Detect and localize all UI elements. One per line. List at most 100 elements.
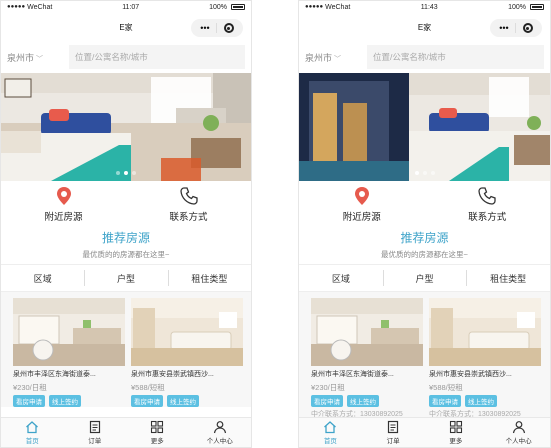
search-row: 泉州市 ﹀: [1, 41, 251, 73]
user-icon: [512, 421, 525, 434]
carousel-dot[interactable]: [422, 171, 427, 175]
online-sign-tag[interactable]: 线上签约: [347, 395, 379, 407]
listing-photo: [13, 298, 125, 366]
tab-label: 更多: [150, 438, 164, 445]
filter-layout[interactable]: 户型: [382, 269, 467, 286]
tab-more[interactable]: 更多: [425, 418, 488, 447]
order-icon: [388, 420, 399, 434]
carrier-label: WeChat: [27, 3, 53, 11]
close-miniprogram-icon[interactable]: [223, 23, 234, 33]
carousel-indicators: [116, 171, 136, 175]
listing-title: 泉州市丰泽区东海街道泰...: [311, 371, 394, 378]
nearby-listings-button[interactable]: 附近房源: [299, 181, 425, 227]
filter-bar: 区域 户型 租住类型: [1, 264, 251, 292]
listing-title: 泉州市惠安县崇武镇西沙...: [429, 371, 512, 378]
tab-label: 订单: [386, 438, 400, 445]
listing-title: 泉州市惠安县崇武镇西沙...: [131, 371, 214, 378]
tab-profile[interactable]: 个人中心: [487, 418, 550, 447]
online-sign-tag[interactable]: 线上签约: [465, 395, 497, 407]
filter-district[interactable]: 区域: [1, 272, 84, 285]
listing-photo: [429, 298, 541, 366]
listing-photo: [311, 298, 423, 366]
tab-home[interactable]: 首页: [1, 418, 64, 447]
phone-icon: [478, 186, 496, 205]
listing-price: ¥230/日租: [13, 383, 47, 392]
filter-bar: 区域 户型 租住类型: [299, 264, 550, 292]
viewing-request-tag[interactable]: 看房申请: [131, 395, 163, 407]
filter-rental-type[interactable]: 租住类型: [167, 269, 251, 286]
grid-icon: [151, 420, 164, 434]
listing-grid: 泉州市丰泽区东海街道泰... ¥230/日租 看房申请 线上签约 中介联系方式：…: [299, 292, 550, 419]
miniprogram-capsule: •••: [191, 19, 243, 37]
section-title: 推荐房源: [400, 231, 449, 245]
banner-hotel-photo: [299, 73, 550, 181]
banner-carousel[interactable]: [299, 73, 550, 181]
listing-price: ¥230/日租: [311, 383, 345, 392]
section-title: 推荐房源: [101, 231, 150, 245]
tab-label: 更多: [449, 438, 463, 445]
home-icon: [26, 421, 39, 434]
page-title: E家: [417, 22, 432, 32]
listing-price: ¥588/短租: [429, 383, 463, 392]
banner-bedroom-photo: [1, 73, 251, 181]
status-time: 11:43: [420, 3, 438, 11]
search-input[interactable]: [367, 45, 544, 69]
carousel-indicators: [414, 171, 435, 175]
viewing-request-tag[interactable]: 看房申请: [13, 395, 45, 407]
carrier-label: WeChat: [325, 3, 351, 11]
user-icon: [213, 421, 226, 434]
status-time: 11:07: [122, 3, 140, 11]
tab-orders[interactable]: 订单: [362, 418, 425, 447]
battery-indicator: 100%: [209, 4, 245, 11]
viewing-request-tag[interactable]: 看房申请: [311, 395, 343, 407]
carousel-dot[interactable]: [430, 171, 435, 175]
tab-more[interactable]: 更多: [126, 418, 189, 447]
viewing-request-tag[interactable]: 看房申请: [429, 395, 461, 407]
tab-home[interactable]: 首页: [299, 418, 362, 447]
listing-card[interactable]: 泉州市丰泽区东海街道泰... ¥230/日租 看房申请 线上签约: [13, 298, 125, 407]
close-miniprogram-icon[interactable]: [522, 23, 533, 33]
city-selector[interactable]: 泉州市 ﹀: [305, 51, 359, 64]
listing-price: ¥588/短租: [131, 383, 165, 392]
nearby-label: 附近房源: [44, 211, 83, 223]
status-bar: ●●●●● WeChat 11:43 100%: [299, 1, 550, 13]
banner-carousel[interactable]: [1, 73, 251, 181]
listing-card[interactable]: 泉州市惠安县崇武镇西沙... ¥588/短租 看房申请 线上签约: [131, 298, 243, 407]
contact-button[interactable]: 联系方式: [425, 181, 551, 227]
listing-card[interactable]: 泉州市丰泽区东海街道泰... ¥230/日租 看房申请 线上签约 中介联系方式：…: [311, 298, 423, 419]
online-sign-tag[interactable]: 线上签约: [167, 395, 199, 407]
listing-photo: [131, 298, 243, 366]
filter-district[interactable]: 区域: [299, 272, 383, 285]
city-selector[interactable]: 泉州市 ﹀: [7, 51, 61, 64]
tab-profile[interactable]: 个人中心: [189, 418, 252, 447]
filter-layout[interactable]: 户型: [84, 269, 167, 286]
tab-label: 订单: [88, 438, 102, 445]
more-icon[interactable]: •••: [200, 23, 209, 33]
miniprogram-capsule: •••: [490, 19, 542, 37]
listing-card[interactable]: 泉州市惠安县崇武镇西沙... ¥588/短租 看房申请 线上签约 中介联系方式：…: [429, 298, 541, 419]
carousel-dot[interactable]: [414, 171, 419, 175]
tab-label: 首页: [323, 438, 337, 445]
listing-grid: 泉州市丰泽区东海街道泰... ¥230/日租 看房申请 线上签约 泉州市惠安县崇…: [1, 292, 251, 407]
filter-rental-type[interactable]: 租住类型: [466, 269, 550, 286]
search-input[interactable]: [69, 45, 245, 69]
more-icon[interactable]: •••: [499, 23, 508, 33]
section-subtitle: 最优质的的房源都在这里~: [82, 250, 170, 259]
online-sign-tag[interactable]: 线上签约: [49, 395, 81, 407]
carousel-dot[interactable]: [116, 171, 120, 175]
contact-button[interactable]: 联系方式: [126, 181, 251, 227]
listing-title: 泉州市丰泽区东海街道泰...: [13, 371, 96, 378]
tab-bar: 首页 订单 更多 个人中心: [299, 417, 550, 447]
phone-screen-left: ●●●●● WeChat 11:07 100% E家 ••• 泉州市 ﹀ 位置/…: [0, 0, 252, 448]
nav-bar: E家 •••: [1, 13, 251, 41]
capsule-divider: [515, 23, 517, 33]
carousel-dot[interactable]: [132, 171, 136, 175]
nearby-listings-button[interactable]: 附近房源: [1, 181, 126, 227]
tab-label: 个人中心: [505, 438, 532, 445]
status-bar: ●●●●● WeChat 11:07 100%: [1, 1, 251, 13]
location-pin-icon: [56, 186, 71, 205]
carousel-dot[interactable]: [124, 171, 128, 175]
chevron-down-icon: ﹀: [36, 55, 44, 63]
battery-icon: [230, 4, 245, 10]
tab-orders[interactable]: 订单: [64, 418, 127, 447]
